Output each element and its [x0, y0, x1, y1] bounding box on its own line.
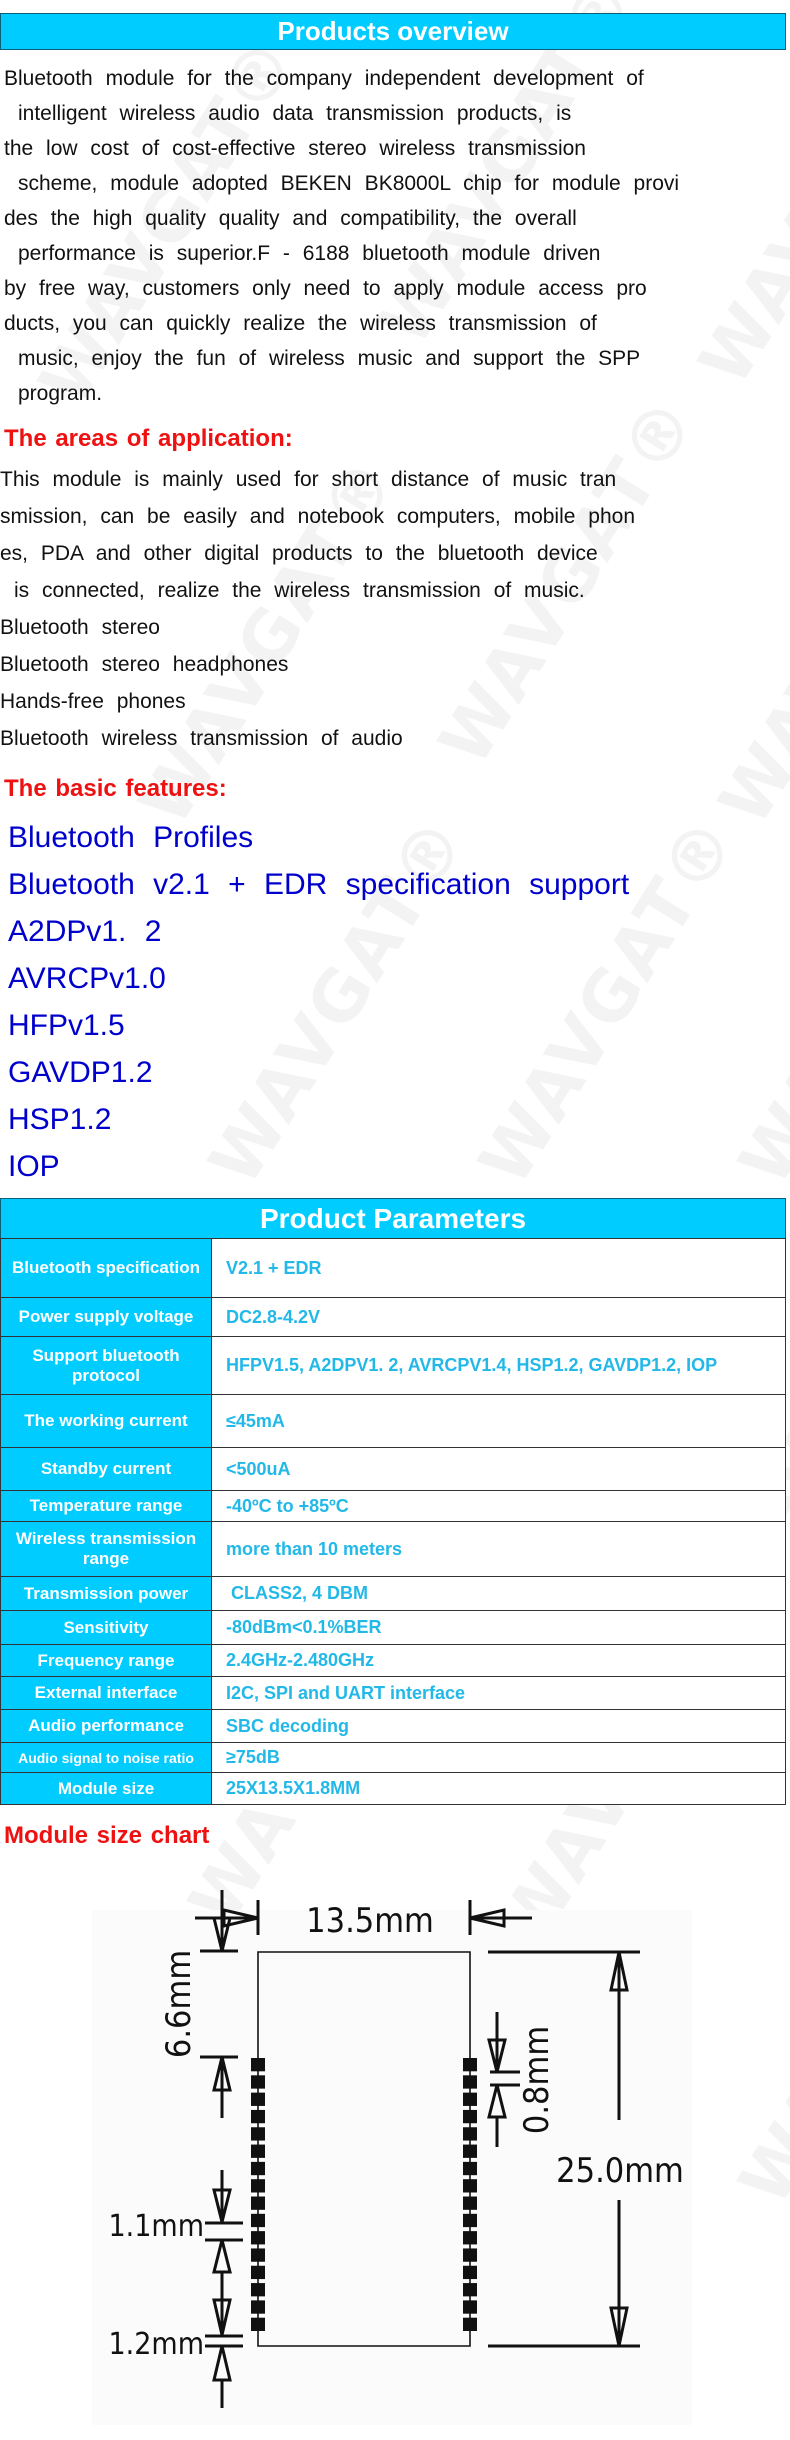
- pad-right: [463, 2317, 477, 2331]
- pad-group: [251, 2058, 477, 2331]
- bottom-offset-label: 1.2mm: [109, 2327, 205, 2362]
- pad-left: [251, 2213, 265, 2228]
- width-label: 13.5mm: [306, 1901, 434, 1941]
- pad-right: [463, 2265, 477, 2280]
- pad-right: [463, 2283, 477, 2297]
- pad-left: [251, 2300, 265, 2314]
- pad-left: [251, 2144, 265, 2158]
- pad-left: [251, 2265, 265, 2280]
- pad-right: [463, 2213, 477, 2228]
- pad-left: [251, 2109, 265, 2124]
- pad-right: [463, 2231, 477, 2245]
- pad-left: [251, 2283, 265, 2297]
- module-outline-bottom: [257, 2334, 471, 2347]
- pitch-label: 1.1mm: [109, 2209, 205, 2244]
- pad-left: [251, 2248, 265, 2262]
- pad-left: [251, 2179, 265, 2193]
- pad-left: [251, 2075, 265, 2089]
- pad-right: [463, 2109, 477, 2124]
- module-outline: [257, 1951, 471, 2057]
- pad-right: [463, 2092, 477, 2106]
- top-offset-label: 6.6mm: [159, 1950, 199, 2058]
- pad-right: [463, 2058, 477, 2072]
- pad-left: [251, 2161, 265, 2176]
- pad-left: [251, 2092, 265, 2106]
- pad-left: [251, 2317, 265, 2331]
- pad-right: [463, 2144, 477, 2158]
- bottom-arrow-up: [212, 2345, 232, 2382]
- height-label: 25.0mm: [556, 2151, 684, 2191]
- pad-left: [251, 2231, 265, 2245]
- pad-size-label: 0.8mm: [517, 2026, 557, 2134]
- pad-right: [463, 2161, 477, 2176]
- pitch-arrow-up: [212, 2239, 232, 2274]
- module-size-diagram: 13.5mm 25.0mm 6.6mm 1.1mm 1.2mm 0.8mm: [109, 1890, 684, 2408]
- pad-right: [463, 2248, 477, 2262]
- pad-left: [251, 2196, 265, 2210]
- pad-dim-arrow-up: [487, 2084, 507, 2119]
- pad-left: [251, 2058, 265, 2072]
- pad-right: [463, 2075, 477, 2089]
- pad-right: [463, 2300, 477, 2314]
- pad-right: [463, 2179, 477, 2193]
- pad-right: [463, 2127, 477, 2141]
- pad-left: [251, 2127, 265, 2141]
- pad-right: [463, 2196, 477, 2210]
